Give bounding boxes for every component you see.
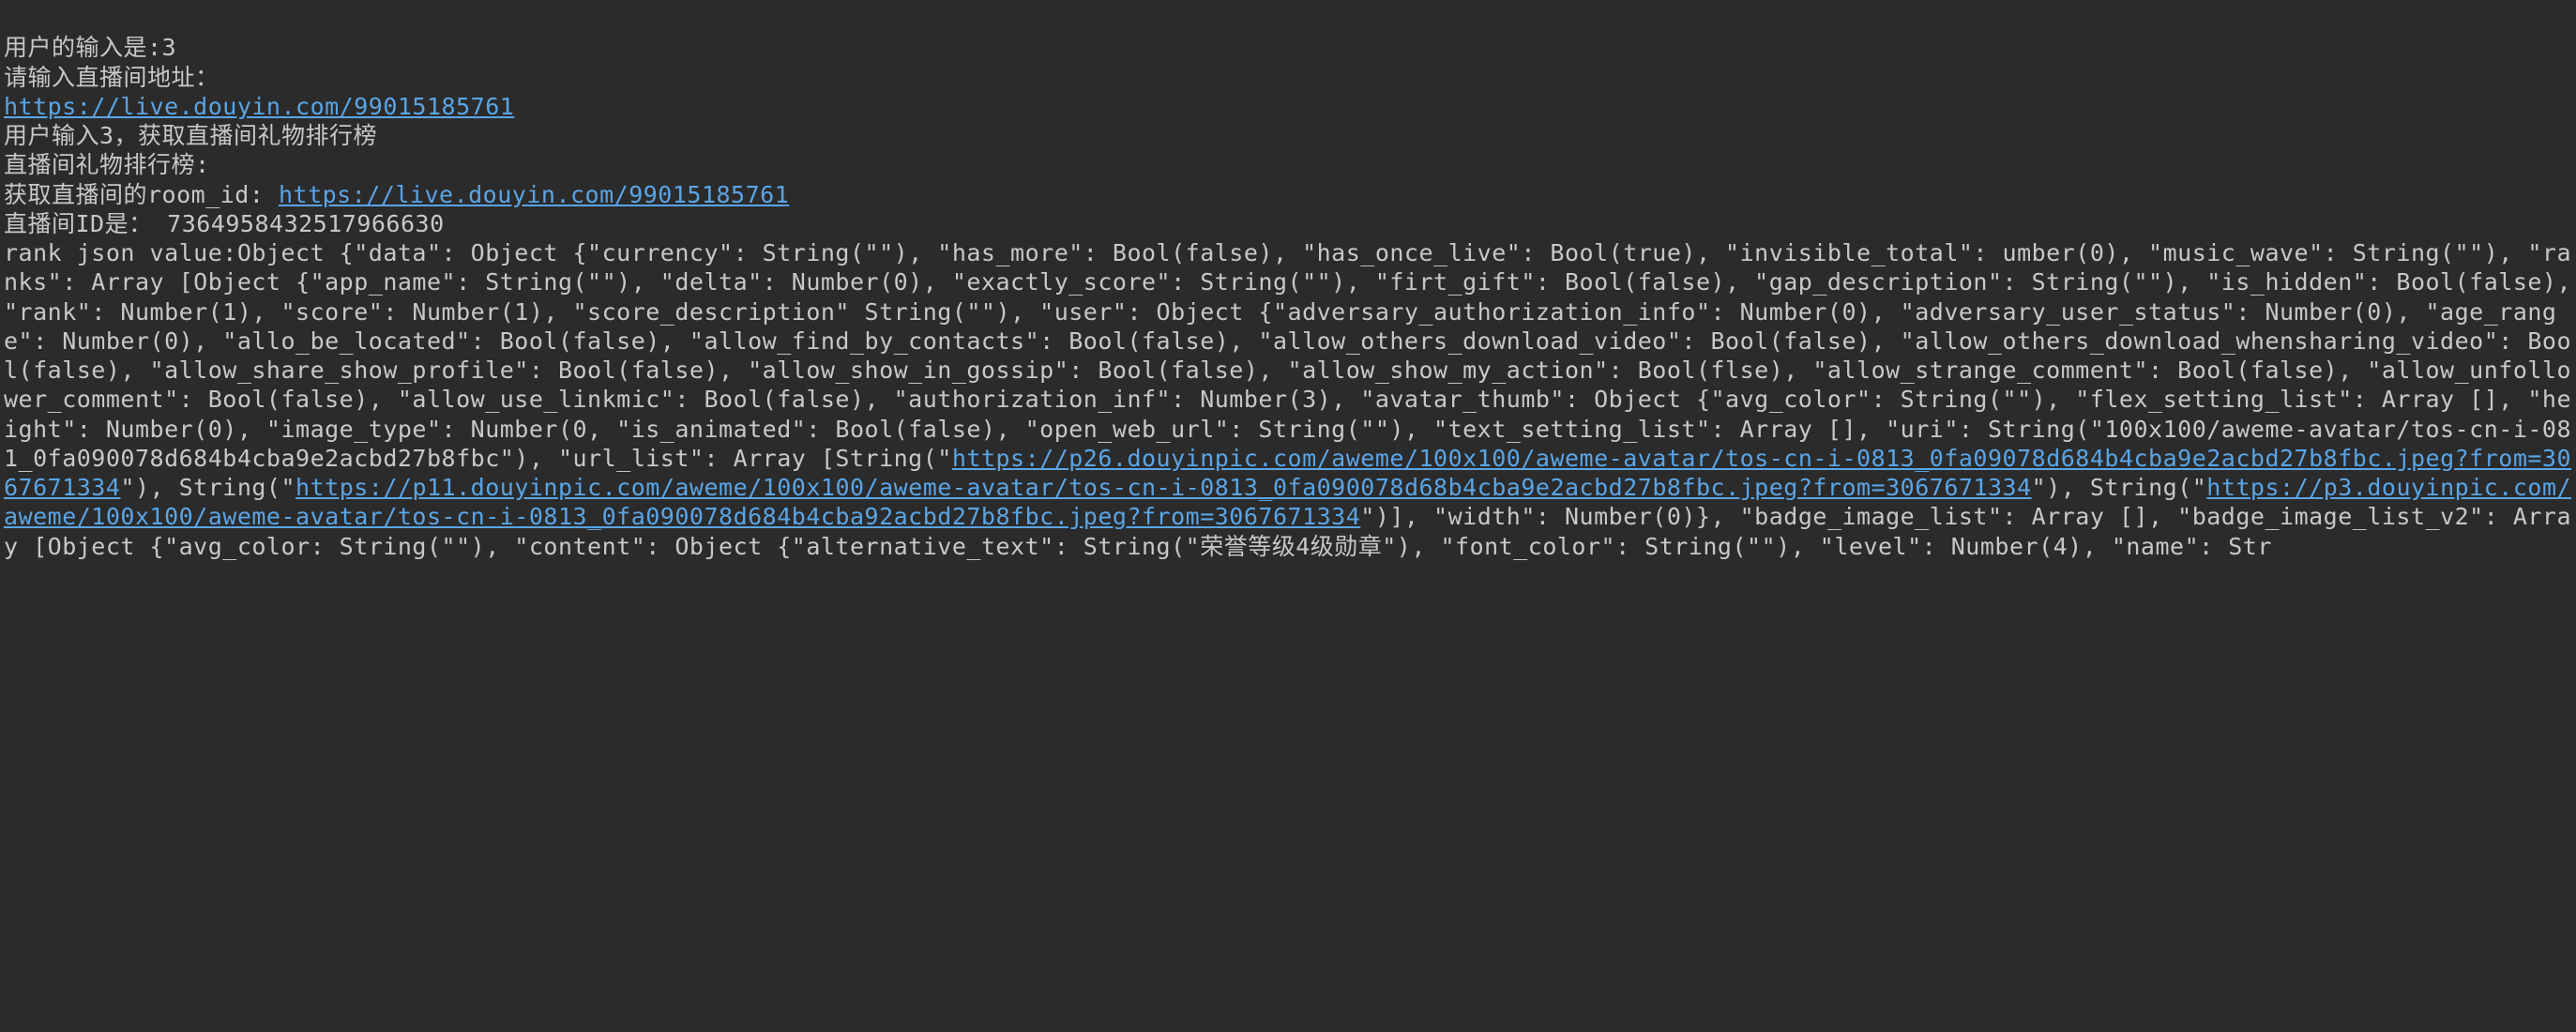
output-line: 用户输入3，获取直播间礼物排行榜 — [4, 122, 377, 149]
output-line: 请输入直播间地址： — [4, 64, 220, 91]
live-room-url-link[interactable]: https://live.douyin.com/99015185761 — [4, 93, 514, 120]
json-dump-text: "), String(" — [120, 474, 295, 501]
output-line: 直播间ID是： 7364958432517966630 — [4, 210, 445, 237]
avatar-url-link[interactable]: https://p11.douyinpic.com/aweme/100x100/… — [295, 474, 2032, 501]
output-line: 直播间礼物排行榜: — [4, 151, 210, 178]
terminal-output: 用户的输入是:3 请输入直播间地址： https://live.douyin.c… — [0, 0, 2576, 1032]
json-dump-text: rank json value:Object {"data": Object {… — [4, 239, 2576, 472]
output-line: 获取直播间的room_id: — [4, 181, 279, 208]
room-id-url-link[interactable]: https://live.douyin.com/99015185761 — [279, 181, 789, 208]
output-line: 用户的输入是:3 — [4, 34, 176, 61]
json-dump-text: "), String(" — [2032, 474, 2207, 501]
